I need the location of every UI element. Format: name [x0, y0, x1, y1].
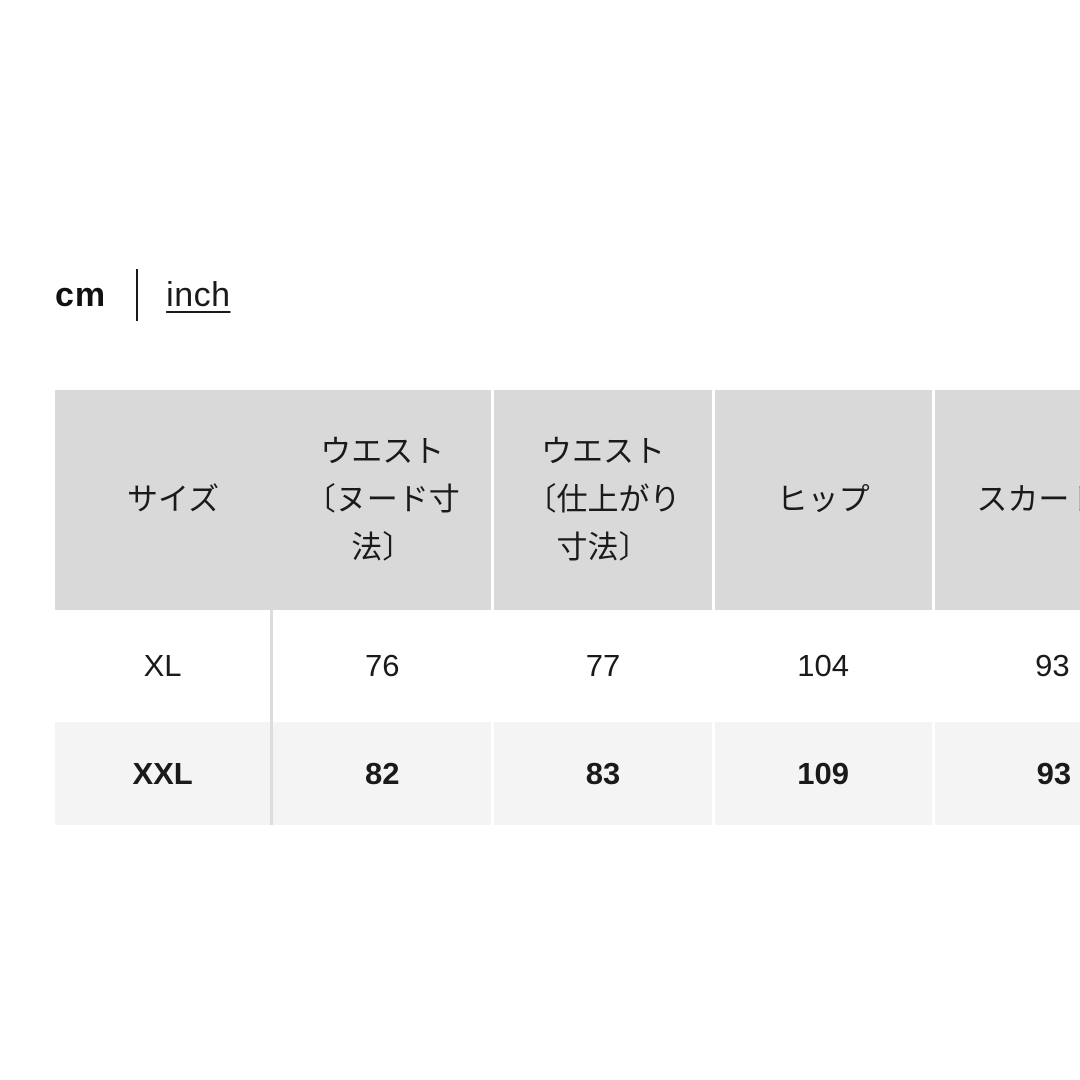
cell-size: XXL: [55, 722, 274, 825]
unit-option-inch[interactable]: inch: [166, 278, 230, 312]
unit-toggle-divider: [136, 269, 139, 321]
table-row[interactable]: XL 76 77 104 93: [55, 610, 1080, 722]
size-table-container: サイズ ウエスト〔ヌード寸法〕 ウエスト〔仕上がり寸法〕 ヒップ スカート丈 X…: [55, 390, 1080, 825]
table-row[interactable]: XXL 82 83 109 93: [55, 722, 1080, 825]
cell-waist-nude: 82: [273, 722, 495, 825]
column-header-size: サイズ: [55, 390, 274, 610]
size-table-body: XL 76 77 104 93 XXL 82 83 109 93: [55, 610, 1080, 825]
size-table: サイズ ウエスト〔ヌード寸法〕 ウエスト〔仕上がり寸法〕 ヒップ スカート丈 X…: [55, 390, 1080, 825]
size-table-header: サイズ ウエスト〔ヌード寸法〕 ウエスト〔仕上がり寸法〕 ヒップ スカート丈: [55, 390, 1080, 610]
cell-hip: 109: [714, 722, 935, 825]
cell-skirt-length: 93: [934, 722, 1080, 825]
cell-hip: 104: [714, 610, 935, 722]
column-header-skirt-length: スカート丈: [934, 390, 1080, 610]
cell-waist-finished: 77: [494, 610, 715, 722]
column-header-waist-nude: ウエスト〔ヌード寸法〕: [273, 390, 495, 610]
cell-size: XL: [55, 610, 274, 722]
column-header-waist-finished: ウエスト〔仕上がり寸法〕: [494, 390, 715, 610]
cell-waist-finished: 83: [494, 722, 715, 825]
column-header-hip: ヒップ: [714, 390, 935, 610]
unit-toggle[interactable]: cm inch: [55, 262, 231, 328]
cell-skirt-length: 93: [934, 610, 1080, 722]
unit-option-cm[interactable]: cm: [55, 278, 106, 312]
cell-waist-nude: 76: [273, 610, 495, 722]
table-header-row: サイズ ウエスト〔ヌード寸法〕 ウエスト〔仕上がり寸法〕 ヒップ スカート丈: [55, 390, 1080, 610]
